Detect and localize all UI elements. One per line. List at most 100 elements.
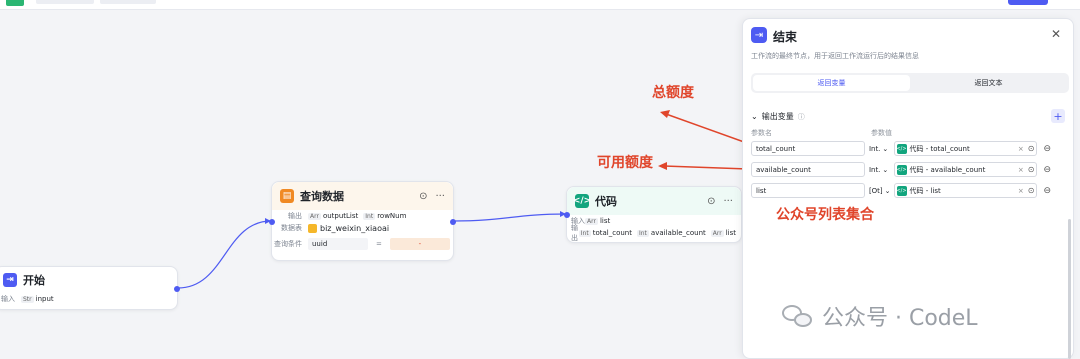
input-name: list: [599, 217, 611, 225]
panel-description: 工作流的最终节点，用于返回工作流运行后的结果信息: [751, 52, 919, 60]
type-value: Int.: [868, 165, 881, 174]
type-tag: Str: [21, 295, 34, 303]
code-node-title: 代码: [595, 195, 617, 208]
info-icon: ⓘ: [797, 112, 805, 121]
edge-start-query: [177, 220, 272, 289]
reference-select[interactable]: </> 代码 - total_count × ⊙: [893, 141, 1038, 156]
output-name: total_count: [592, 229, 632, 237]
type-tag: Arr: [308, 212, 321, 220]
clear-icon[interactable]: ×: [1018, 187, 1024, 195]
condition-label: 查询条件: [274, 240, 302, 248]
clear-icon[interactable]: ×: [1018, 145, 1024, 153]
reference-value: 代码 - list: [909, 186, 941, 195]
query-node-title: 查询数据: [300, 190, 344, 203]
annotation-arrow-available: [663, 165, 749, 170]
wechat-icon: [782, 303, 814, 329]
output-port[interactable]: [174, 286, 180, 292]
database-icon: ▤: [280, 189, 294, 203]
type-tag: Int: [578, 229, 591, 237]
variable-name-input[interactable]: available_count: [751, 162, 865, 177]
input-port[interactable]: [564, 212, 570, 218]
variable-row: total_count Int. ⌄ </> 代码 - total_count ×…: [751, 141, 1051, 156]
remove-icon[interactable]: ⊖: [1043, 186, 1051, 196]
more-icon[interactable]: ···: [435, 191, 445, 202]
type-value: [Ot]: [868, 186, 883, 195]
type-tag: Arr: [710, 229, 724, 237]
settings-icon[interactable]: ⊙: [1028, 186, 1035, 195]
more-icon[interactable]: ···: [723, 196, 733, 207]
tab-return-text[interactable]: 返回文本: [910, 75, 1067, 91]
code-icon: </>: [572, 194, 592, 208]
start-node[interactable]: ⇥ 开始 输入 Str input: [0, 266, 180, 310]
condition-operator: =: [376, 240, 382, 248]
table-label: 数据表: [281, 224, 302, 232]
reference-select[interactable]: </> 代码 - available_count × ⊙: [893, 162, 1038, 177]
reference-select[interactable]: </> 代码 - list × ⊙: [893, 183, 1038, 198]
table-name: biz_weixin_xiaoai: [320, 223, 390, 233]
condition-field[interactable]: uuid: [308, 238, 368, 250]
chevron-down-icon: ⌄: [882, 165, 889, 174]
settings-icon[interactable]: ⊙: [1028, 165, 1035, 174]
run-icon[interactable]: ⊙: [419, 191, 427, 202]
code-icon: </>: [896, 164, 907, 175]
variable-name-input[interactable]: list: [751, 183, 865, 198]
code-node[interactable]: </> 代码 ⊙ ··· 输入 Arr list 输出 Int total_co…: [564, 186, 742, 243]
type-value: Int.: [868, 144, 881, 153]
annotation-list: 公众号列表集合: [776, 207, 874, 223]
chevron-down-icon[interactable]: ⌄: [751, 112, 758, 121]
output-name: available_count: [650, 229, 706, 237]
column-header-name: 参数名: [751, 129, 772, 137]
watermark-text: 公众号 · CodeL: [822, 306, 978, 331]
type-tag: Int: [363, 212, 376, 220]
query-node[interactable]: ▤ 查询数据 ⊙ ··· 输出 Arr outputList Int rowNu…: [269, 181, 456, 261]
code-icon: </>: [896, 185, 907, 196]
run-icon[interactable]: ⊙: [707, 196, 715, 207]
panel-scrollbar[interactable]: [1068, 219, 1071, 359]
clear-icon[interactable]: ×: [1018, 166, 1024, 174]
input-name: input: [35, 295, 54, 303]
output-section-header[interactable]: ⌄ 输出变量 ⓘ: [751, 111, 805, 122]
add-variable-button[interactable]: +: [1051, 109, 1065, 123]
watermark: 公众号 · CodeL: [782, 300, 978, 332]
type-select[interactable]: Int. ⌄: [869, 166, 894, 174]
variable-name-input[interactable]: total_count: [751, 141, 865, 156]
annotation-available: 可用额度: [597, 155, 653, 171]
input-port[interactable]: [269, 219, 275, 225]
start-node-title: 开始: [23, 274, 45, 287]
start-icon: ⇥: [3, 273, 17, 287]
output-label: 输出: [288, 212, 302, 220]
type-select[interactable]: [Ot] ⌄: [869, 187, 894, 195]
type-tag: Int: [636, 229, 649, 237]
input-label: 输入: [1, 295, 15, 303]
close-icon[interactable]: ✕: [1051, 27, 1061, 41]
output-name: list: [725, 229, 736, 237]
tab-return-variable[interactable]: 返回变量: [753, 75, 910, 91]
output-name: rowNum: [377, 212, 407, 220]
panel-tabs: 返回变量 返回文本: [751, 73, 1069, 93]
code-icon: </>: [896, 143, 907, 154]
chevron-down-icon: ⌄: [884, 186, 891, 195]
chevron-down-icon: ⌄: [882, 144, 889, 153]
annotation-arrowhead: [660, 110, 670, 118]
output-label: 输出: [571, 224, 578, 242]
output-port[interactable]: [450, 219, 456, 225]
type-select[interactable]: Int. ⌄: [869, 145, 894, 153]
condition-value[interactable]: -: [389, 238, 450, 250]
end-icon: ⇥: [751, 27, 767, 43]
edge-query-code: [453, 213, 567, 222]
annotation-total: 总额度: [652, 85, 694, 101]
variable-row: list [Ot] ⌄ </> 代码 - list × ⊙ ⊖: [751, 183, 1051, 198]
variable-row: available_count Int. ⌄ </> 代码 - available…: [751, 162, 1051, 177]
reference-value: 代码 - available_count: [909, 165, 986, 174]
table-icon: [308, 223, 317, 233]
output-name: outputList: [322, 212, 359, 220]
type-tag: Arr: [585, 217, 598, 225]
annotation-arrowhead: [658, 162, 667, 170]
reference-value: 代码 - total_count: [909, 144, 970, 153]
column-header-value: 参数值: [871, 129, 892, 137]
remove-icon[interactable]: ⊖: [1043, 165, 1051, 175]
remove-icon[interactable]: ⊖: [1043, 144, 1051, 154]
settings-icon[interactable]: ⊙: [1028, 144, 1035, 153]
section-title: 输出变量: [761, 112, 794, 121]
panel-title: 结束: [773, 30, 798, 44]
